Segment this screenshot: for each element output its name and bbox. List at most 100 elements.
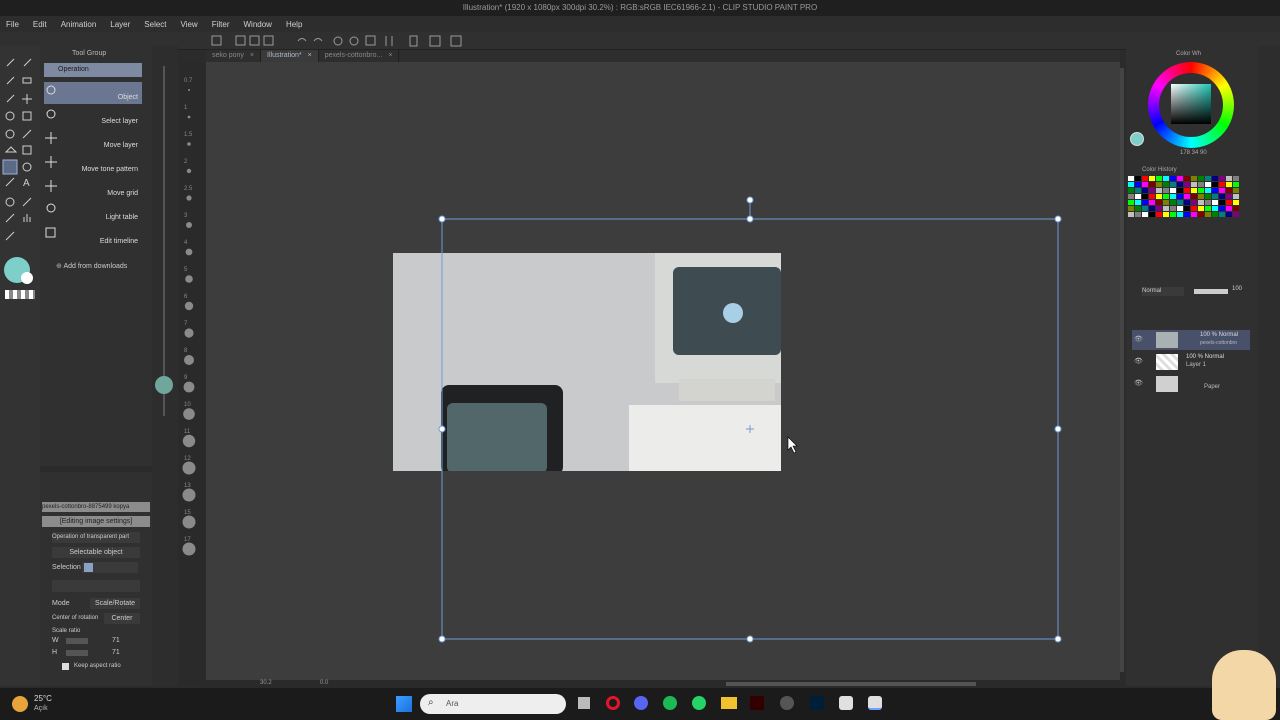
- whatsapp-icon[interactable]: [692, 696, 706, 710]
- sub-tool-header[interactable]: Operation: [44, 63, 142, 77]
- palette-swatch[interactable]: [1198, 176, 1204, 181]
- palette-swatch[interactable]: [1142, 182, 1148, 187]
- palette-swatch[interactable]: [1219, 212, 1225, 217]
- brush-size-dot[interactable]: [182, 515, 196, 529]
- palette-swatch[interactable]: [1135, 176, 1141, 181]
- palette-swatch[interactable]: [1177, 200, 1183, 205]
- selectable-object-select[interactable]: Selectable object: [52, 547, 140, 558]
- palette-swatch[interactable]: [1149, 200, 1155, 205]
- palette-swatch[interactable]: [1212, 182, 1218, 187]
- palette-swatch[interactable]: [1128, 206, 1134, 211]
- palette-swatch[interactable]: [1191, 182, 1197, 187]
- palette-swatch[interactable]: [1163, 200, 1169, 205]
- zoom-value[interactable]: 30.2: [260, 680, 272, 686]
- palette-swatch[interactable]: [1135, 206, 1141, 211]
- layer-opacity-slider[interactable]: [1194, 289, 1228, 294]
- palette-swatch[interactable]: [1212, 176, 1218, 181]
- menu-filter[interactable]: Filter: [212, 20, 230, 29]
- menu-edit[interactable]: Edit: [33, 20, 47, 29]
- palette-swatch[interactable]: [1184, 182, 1190, 187]
- palette-swatch[interactable]: [1156, 182, 1162, 187]
- palette-swatch[interactable]: [1128, 212, 1134, 217]
- brush-size-dot[interactable]: [186, 168, 192, 174]
- palette-swatch[interactable]: [1135, 212, 1141, 217]
- palette-swatch[interactable]: [1226, 206, 1232, 211]
- palette-swatch[interactable]: [1170, 182, 1176, 187]
- palette-swatch[interactable]: [1156, 200, 1162, 205]
- palette-swatch[interactable]: [1177, 176, 1183, 181]
- palette-swatch[interactable]: [1128, 188, 1134, 193]
- palette-swatch[interactable]: [1205, 194, 1211, 199]
- palette-swatch[interactable]: [1212, 194, 1218, 199]
- palette-swatch[interactable]: [1233, 206, 1239, 211]
- photoshop-icon[interactable]: [810, 696, 824, 710]
- palette-swatch[interactable]: [1191, 194, 1197, 199]
- brush-size-dot[interactable]: [183, 408, 195, 420]
- palette-swatch[interactable]: [1191, 188, 1197, 193]
- brush-size-dot[interactable]: [186, 195, 192, 201]
- menu-view[interactable]: View: [181, 20, 198, 29]
- palette-swatch[interactable]: [1184, 188, 1190, 193]
- palette-swatch[interactable]: [1184, 194, 1190, 199]
- palette-swatch[interactable]: [1156, 176, 1162, 181]
- palette-swatch[interactable]: [1219, 176, 1225, 181]
- brush-size-dot[interactable]: [187, 142, 191, 146]
- menu-select[interactable]: Select: [144, 20, 166, 29]
- start-icon[interactable]: [396, 696, 412, 712]
- palette-swatch[interactable]: [1177, 212, 1183, 217]
- palette-swatch[interactable]: [1135, 194, 1141, 199]
- flip-buttons[interactable]: [52, 580, 140, 592]
- brush-size-dot[interactable]: [182, 488, 196, 502]
- color-preview-swatch[interactable]: [1130, 132, 1144, 146]
- scale-w-value[interactable]: 71: [112, 637, 120, 644]
- spotify-icon[interactable]: [663, 696, 677, 710]
- palette-swatch[interactable]: [1170, 200, 1176, 205]
- file-explorer-icon[interactable]: [721, 697, 737, 709]
- vertical-scrollbar[interactable]: [1120, 68, 1124, 672]
- palette-swatch[interactable]: [1233, 212, 1239, 217]
- palette-swatch[interactable]: [1170, 188, 1176, 193]
- palette-swatch[interactable]: [1149, 176, 1155, 181]
- tab-seko-pony[interactable]: seko pony ×: [206, 50, 262, 62]
- brush-size-slider[interactable]: [163, 66, 165, 416]
- palette-swatch[interactable]: [1177, 182, 1183, 187]
- palette-swatch[interactable]: [1163, 212, 1169, 217]
- palette-swatch[interactable]: [1128, 194, 1134, 199]
- palette-swatch[interactable]: [1219, 200, 1225, 205]
- palette-swatch[interactable]: [1205, 188, 1211, 193]
- close-icon[interactable]: ×: [250, 50, 254, 62]
- eye-icon[interactable]: 👁: [1134, 379, 1143, 387]
- discord-icon[interactable]: [634, 696, 648, 710]
- clip-studio-paint-icon[interactable]: [868, 696, 882, 710]
- palette-swatch[interactable]: [1212, 200, 1218, 205]
- tab-pexels[interactable]: pexels-cottonbro... ×: [319, 50, 400, 62]
- scale-w-slider[interactable]: [66, 638, 88, 644]
- illustrator-icon[interactable]: [750, 696, 764, 710]
- brush-size-dot[interactable]: [184, 355, 194, 365]
- palette-swatch[interactable]: [1205, 212, 1211, 217]
- palette-swatch[interactable]: [1198, 212, 1204, 217]
- menu-window[interactable]: Window: [244, 20, 272, 29]
- color-history-palette[interactable]: [1128, 176, 1248, 224]
- palette-swatch[interactable]: [1198, 206, 1204, 211]
- horizontal-scrollbar[interactable]: [726, 682, 976, 686]
- palette-swatch[interactable]: [1156, 212, 1162, 217]
- palette-swatch[interactable]: [1135, 188, 1141, 193]
- weather-temp[interactable]: 25°C: [34, 694, 52, 703]
- palette-swatch[interactable]: [1184, 200, 1190, 205]
- palette-swatch[interactable]: [1233, 188, 1239, 193]
- eye-icon[interactable]: 👁: [1134, 357, 1143, 365]
- palette-swatch[interactable]: [1205, 182, 1211, 187]
- palette-swatch[interactable]: [1191, 212, 1197, 217]
- transform-handles[interactable]: [206, 62, 1120, 680]
- palette-swatch[interactable]: [1205, 176, 1211, 181]
- selection-mode-buttons[interactable]: [82, 562, 138, 573]
- palette-swatch[interactable]: [1226, 194, 1232, 199]
- palette-swatch[interactable]: [1142, 188, 1148, 193]
- palette-swatch[interactable]: [1128, 200, 1134, 205]
- palette-swatch[interactable]: [1142, 206, 1148, 211]
- palette-swatch[interactable]: [1149, 182, 1155, 187]
- menu-animation[interactable]: Animation: [61, 20, 97, 29]
- keep-aspect-checkbox[interactable]: [62, 663, 69, 670]
- palette-swatch[interactable]: [1163, 206, 1169, 211]
